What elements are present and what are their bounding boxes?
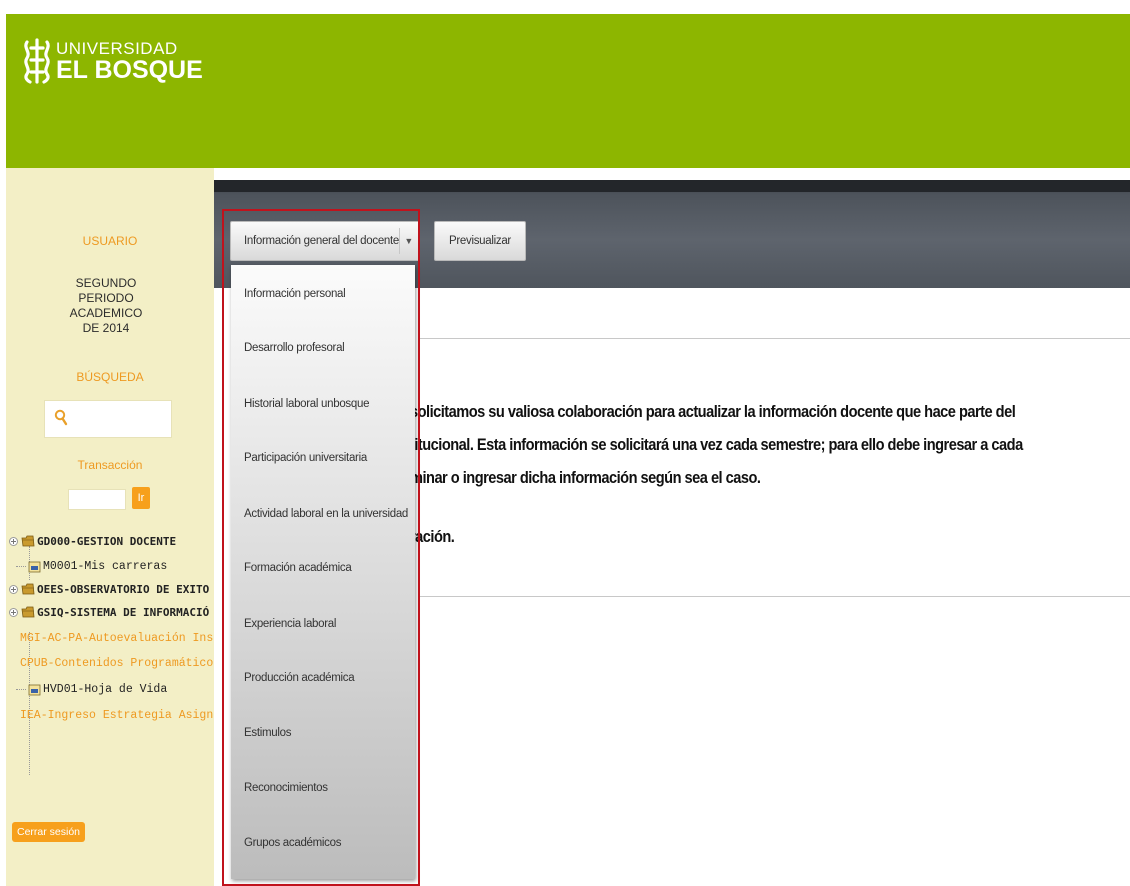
period-line: DE 2014 xyxy=(82,321,130,335)
tree-folder-gsiq[interactable]: GSIQ-SISTEMA DE INFORMACIÓ xyxy=(6,602,214,622)
expand-icon[interactable] xyxy=(9,584,18,594)
tree-dash xyxy=(16,565,26,567)
folder-icon xyxy=(21,535,35,547)
period-line: ACADEMICO xyxy=(69,306,143,320)
header-bar: UNIVERSIDAD EL BOSQUE xyxy=(6,14,1130,168)
period-line: PERIODO xyxy=(78,291,134,305)
search-icon xyxy=(54,409,68,426)
tree-label: GSIQ-SISTEMA DE INFORMACIÓ xyxy=(37,605,210,619)
folder-icon xyxy=(21,606,35,618)
expand-icon[interactable] xyxy=(9,607,18,617)
tree-label: HVD01-Hoja de Vida xyxy=(43,682,168,696)
tree-label: M0001-Mis carreras xyxy=(43,559,168,573)
document-icon xyxy=(28,561,41,572)
preview-button[interactable]: Previsualizar xyxy=(434,221,526,261)
tree-item-cpub[interactable]: CPUB-Contenidos Programáticos xyxy=(6,653,214,673)
tree-label: OEES-OBSERVATORIO DE EXITO xyxy=(37,582,210,596)
tree-label: GD000-GESTION DOCENTE xyxy=(37,534,177,548)
toolbar-top-strip xyxy=(214,180,1130,192)
sidebar: USUARIO SEGUNDO PERIODO ACADEMICO DE 201… xyxy=(6,168,214,886)
transaction-heading: Transacción xyxy=(77,458,143,472)
body-text-line: titucional. Esta información se solicita… xyxy=(410,435,1023,454)
tree-folder-gd000[interactable]: GD000-GESTION DOCENTE xyxy=(6,531,214,551)
document-icon xyxy=(28,684,41,695)
transaction-go-button[interactable]: Ir xyxy=(132,487,150,509)
academic-period: SEGUNDO PERIODO ACADEMICO DE 2014 xyxy=(46,276,166,336)
tree-label: IEA-Ingreso Estrategia Asignatura xyxy=(20,708,214,722)
tree-item-m0001[interactable]: M0001-Mis carreras xyxy=(6,556,214,576)
tree-folder-oees[interactable]: OEES-OBSERVATORIO DE EXITO xyxy=(6,579,214,599)
logo-title: EL BOSQUE xyxy=(56,55,203,84)
period-line: SEGUNDO xyxy=(75,276,137,290)
tree-item-mgi[interactable]: MGI-AC-PA-Autoevaluación Instit xyxy=(6,628,214,648)
search-input[interactable] xyxy=(44,400,172,438)
body-text-line: solicitamos su valiosa colaboración para… xyxy=(410,402,1016,421)
logout-button[interactable]: Cerrar sesión xyxy=(12,822,86,842)
expand-icon[interactable] xyxy=(9,536,18,546)
logo-subtitle: UNIVERSIDAD xyxy=(56,38,178,58)
user-heading: USUARIO xyxy=(82,234,138,248)
university-logo[interactable]: UNIVERSIDAD EL BOSQUE xyxy=(22,38,203,84)
transaction-input[interactable] xyxy=(68,489,126,510)
search-heading: BÚSQUEDA xyxy=(76,370,144,384)
divider xyxy=(420,596,1130,597)
tree-item-hvd01[interactable]: HVD01-Hoja de Vida xyxy=(6,679,214,699)
logo-emblem-icon xyxy=(24,38,50,84)
divider xyxy=(420,338,1130,339)
body-text-line: minar o ingresar dicha información según… xyxy=(410,468,761,487)
tree-label: MGI-AC-PA-Autoevaluación Instit xyxy=(20,631,214,645)
folder-icon xyxy=(21,583,35,595)
highlight-box xyxy=(222,209,420,886)
tree-label: CPUB-Contenidos Programáticos xyxy=(20,656,214,670)
tree-item-iea[interactable]: IEA-Ingreso Estrategia Asignatura xyxy=(6,705,214,725)
tree-dash xyxy=(16,688,26,690)
